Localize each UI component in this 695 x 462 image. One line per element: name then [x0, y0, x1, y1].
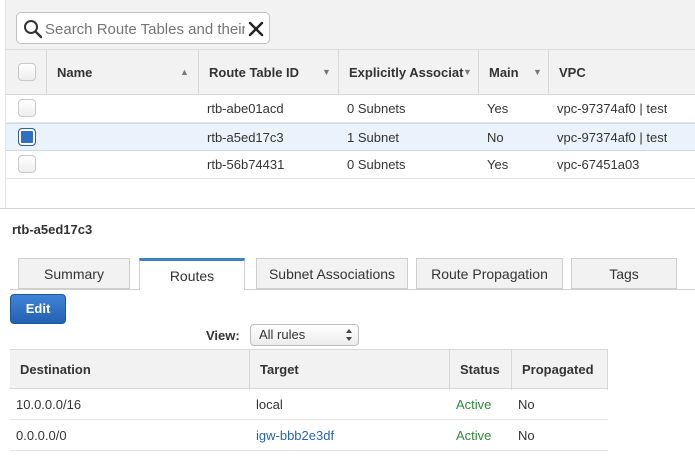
- row-checkbox[interactable]: [18, 155, 36, 173]
- search-icon: [24, 20, 43, 39]
- view-label: View:: [206, 328, 240, 343]
- tabs-baseline: [245, 289, 695, 290]
- tab-route-propagation[interactable]: Route Propagation: [416, 258, 563, 289]
- route-status: Active: [456, 428, 492, 443]
- column-header-main-label: Main: [489, 65, 519, 80]
- routes-table-header: Destination Target Status Propagated: [10, 349, 608, 390]
- column-header-destination[interactable]: Destination: [10, 350, 250, 390]
- tab-subnet-associations[interactable]: Subnet Associations: [256, 258, 408, 289]
- row-vpc: vpc-97374af0 | test: [557, 101, 668, 116]
- table-row[interactable]: rtb-56b74431 0 Subnets Yes vpc-67451a03: [6, 151, 695, 179]
- route-status: Active: [456, 397, 492, 412]
- panel-divider[interactable]: [0, 208, 695, 209]
- search-bar-area: [6, 0, 695, 50]
- column-header-main[interactable]: Main ▼: [479, 50, 549, 95]
- row-associations: 1 Subnet: [347, 130, 400, 145]
- sort-ascending-icon[interactable]: ▲: [180, 50, 189, 95]
- row-vpc: vpc-97374af0 | test: [557, 130, 668, 145]
- column-header-vpc-label: VPC: [559, 65, 586, 80]
- select-arrows-icon: [346, 329, 352, 341]
- tab-tags[interactable]: Tags: [571, 258, 677, 289]
- route-tables-header: Name ▲ Route Table ID ▼ Explicitly Assoc…: [6, 50, 695, 95]
- route-propagated: No: [518, 397, 535, 412]
- select-all-cell: [6, 50, 47, 95]
- sort-dropdown-icon[interactable]: ▼: [463, 50, 472, 95]
- column-header-route-table-id[interactable]: Route Table ID ▼: [199, 50, 339, 95]
- search-input[interactable]: [45, 19, 245, 39]
- row-name: [57, 124, 197, 152]
- tab-summary[interactable]: Summary: [18, 258, 130, 289]
- route-tables-panel: Name ▲ Route Table ID ▼ Explicitly Assoc…: [5, 0, 695, 208]
- edit-button[interactable]: Edit: [10, 294, 66, 324]
- row-checkbox[interactable]: [18, 99, 36, 117]
- search-box[interactable]: [16, 12, 270, 44]
- row-name: [57, 95, 197, 123]
- sort-dropdown-icon[interactable]: ▼: [533, 50, 542, 95]
- row-checkbox-checked[interactable]: [18, 128, 36, 146]
- detail-title: rtb-a5ed17c3: [12, 222, 93, 237]
- row-name: [57, 151, 197, 179]
- route-target: local: [256, 397, 283, 412]
- column-header-name[interactable]: Name ▲: [47, 50, 199, 95]
- column-header-vpc[interactable]: VPC: [549, 50, 695, 95]
- column-header-status[interactable]: Status: [450, 350, 512, 390]
- row-main: Yes: [487, 157, 509, 172]
- view-select[interactable]: All rules: [250, 324, 359, 346]
- column-header-name-label: Name: [57, 65, 93, 80]
- row-route-table-id: rtb-a5ed17c3: [207, 130, 284, 145]
- row-vpc: vpc-67451a03: [557, 157, 640, 172]
- row-associations: 0 Subnets: [347, 101, 406, 116]
- row-associations: 0 Subnets: [347, 157, 406, 172]
- route-target-link[interactable]: igw-bbb2e3df: [250, 420, 334, 451]
- view-select-value: All rules: [259, 327, 306, 342]
- column-header-explicitly-associated-label: Explicitly Associat: [349, 65, 464, 80]
- row-route-table-id: rtb-abe01acd: [207, 101, 284, 116]
- column-header-propagated[interactable]: Propagated: [512, 350, 608, 390]
- table-row-selected[interactable]: rtb-a5ed17c3 1 Subnet No vpc-97374af0 | …: [6, 123, 695, 151]
- table-row[interactable]: rtb-abe01acd 0 Subnets Yes vpc-97374af0 …: [6, 95, 695, 123]
- column-header-target[interactable]: Target: [250, 350, 450, 390]
- clear-search-icon[interactable]: [246, 19, 266, 39]
- route-destination: 10.0.0.0/16: [16, 397, 82, 412]
- select-all-checkbox[interactable]: [18, 63, 36, 81]
- tab-routes[interactable]: Routes: [139, 258, 245, 290]
- row-route-table-id: rtb-56b74431: [207, 157, 285, 172]
- column-header-explicitly-associated[interactable]: Explicitly Associat ▼: [339, 50, 479, 95]
- route-propagated: No: [518, 428, 535, 443]
- column-header-route-table-id-label: Route Table ID: [209, 65, 300, 80]
- route-destination: 0.0.0.0/0: [16, 428, 67, 443]
- route-row: 10.0.0.0/16 local Active No: [10, 389, 608, 420]
- route-row: 0.0.0.0/0 igw-bbb2e3df Active No: [10, 420, 608, 451]
- sort-dropdown-icon[interactable]: ▼: [322, 50, 331, 95]
- row-main: No: [487, 130, 504, 145]
- tabs-baseline: [10, 289, 139, 290]
- row-main: Yes: [487, 101, 509, 116]
